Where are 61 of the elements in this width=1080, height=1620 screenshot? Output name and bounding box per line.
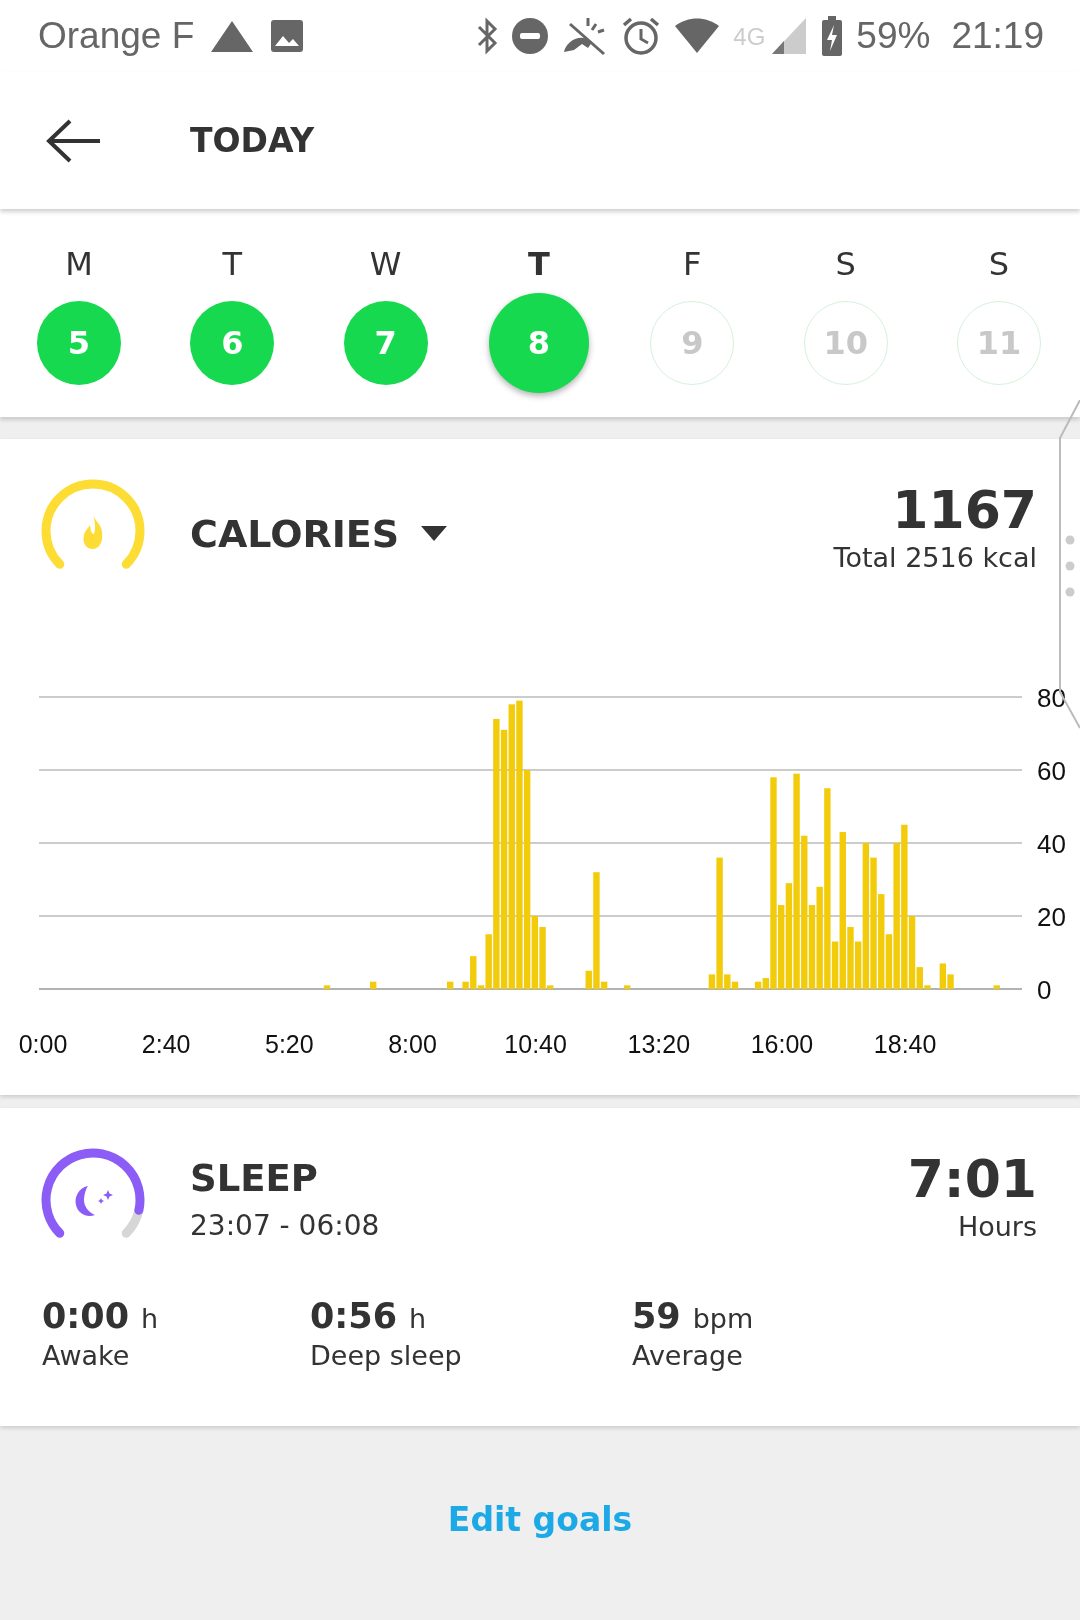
stat-value: 0:00 <box>42 1296 130 1336</box>
stat-value: 0:56 <box>310 1296 398 1336</box>
do-not-disturb-icon <box>511 17 550 55</box>
stat-unit: bpm <box>692 1303 754 1334</box>
day-button[interactable]: 8 <box>489 293 589 393</box>
battery-icon <box>821 15 844 57</box>
x-axis-label: 0:00 <box>18 1030 68 1058</box>
duration-unit: Hours <box>957 1210 1037 1244</box>
y-axis-label: 40 <box>1037 829 1066 859</box>
alarm-icon <box>621 16 662 56</box>
stat-value: 59 <box>632 1296 681 1336</box>
carrier-name: Orange F <box>38 15 195 57</box>
y-axis-label: 60 <box>1037 756 1066 786</box>
stat-unit: h <box>409 1303 427 1334</box>
weekday-letter: F <box>683 245 702 283</box>
sleep-time-range: 23:07 - 06:08 <box>190 1208 380 1244</box>
bluetooth-icon <box>476 17 499 55</box>
screen-title: TODAY <box>190 121 315 160</box>
weekday-letter: T <box>528 245 550 283</box>
sleep-duration: 7:01 <box>907 1148 1037 1210</box>
battery-percent: 59% <box>856 15 931 57</box>
y-axis-label: 0 <box>1037 975 1052 1005</box>
wifi-icon <box>674 18 721 54</box>
calories-value: 1167 <box>892 479 1037 541</box>
bar <box>447 981 454 989</box>
bar <box>993 985 1000 989</box>
metric-dropdown[interactable]: CALORIES <box>190 509 448 559</box>
stat-label: Deep sleep <box>310 1340 463 1371</box>
y-axis-label: 20 <box>1037 902 1066 932</box>
weekday-letter: T <box>222 245 243 283</box>
image-icon <box>270 19 305 53</box>
day-button[interactable]: 5 <box>37 301 121 385</box>
clock-time: 21:19 <box>951 15 1044 57</box>
weekday-letter: M <box>65 245 93 283</box>
y-axis-label: 80 <box>1037 683 1066 713</box>
x-axis-label: 13:20 <box>627 1030 691 1058</box>
sleep-title: SLEEP <box>190 1156 319 1202</box>
weekday-letter: S <box>988 245 1010 283</box>
x-axis-label: 5:20 <box>265 1030 314 1058</box>
bar <box>370 981 377 989</box>
weekday-letter: W <box>369 245 402 283</box>
x-axis-label: 18:40 <box>873 1030 937 1058</box>
weekday-letter: S <box>835 245 856 283</box>
bar <box>323 985 331 989</box>
bar <box>624 985 631 989</box>
day-button[interactable]: 7 <box>343 301 428 385</box>
stat-label: Awake <box>42 1340 131 1371</box>
x-axis-label: 2:40 <box>141 1030 191 1058</box>
calories-total: Total 2516 kcal <box>833 541 1037 575</box>
stat-label: Average <box>632 1340 744 1371</box>
edit-goals-link[interactable]: Edit goals <box>447 1500 633 1544</box>
x-axis-label: 16:00 <box>750 1030 814 1058</box>
signal-icon <box>770 16 809 56</box>
caret-icon <box>421 526 448 542</box>
x-axis-label: 8:00 <box>388 1030 437 1058</box>
back-arrow-icon[interactable] <box>46 118 102 163</box>
day-button[interactable]: 6 <box>190 301 275 385</box>
x-axis-label: 10:40 <box>504 1030 567 1058</box>
warning-icon <box>210 19 255 53</box>
more-dots-icon[interactable] <box>1065 535 1075 597</box>
stat-unit: h <box>141 1303 159 1334</box>
